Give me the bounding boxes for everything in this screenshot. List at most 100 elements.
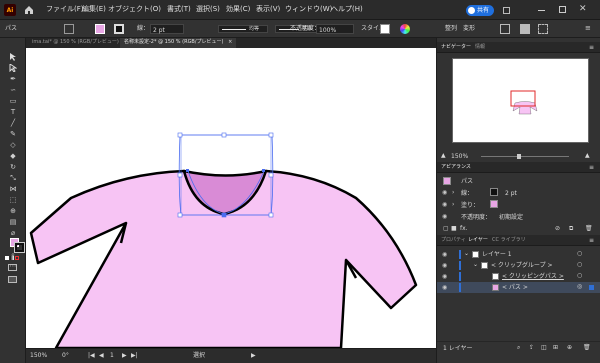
- menu-select[interactable]: 選択(S): [196, 6, 220, 13]
- tab-properties[interactable]: プロパティ: [441, 238, 466, 243]
- appearance-opacity-value[interactable]: 初期設定: [499, 215, 523, 221]
- variable-width-profile[interactable]: 均等: [218, 25, 268, 33]
- eyedropper-tool-icon[interactable]: ⌀: [8, 228, 18, 238]
- screen-mode-icon[interactable]: [8, 276, 17, 283]
- appearance-fill-swatch[interactable]: [490, 200, 498, 208]
- layer-name[interactable]: < クリッピングパス >: [502, 274, 564, 280]
- menu-edit[interactable]: 編集(E): [82, 6, 106, 13]
- target-icon[interactable]: ◎: [577, 284, 582, 290]
- menu-file[interactable]: ファイル(F): [46, 6, 84, 13]
- visibility-eye-icon[interactable]: ◉: [442, 262, 447, 269]
- tab-cc-libraries[interactable]: CC ライブラリ: [492, 238, 526, 243]
- status-mode-label[interactable]: 選択: [193, 353, 205, 359]
- layer-name[interactable]: レイヤー 1: [482, 252, 512, 258]
- artboard-number-field[interactable]: 1: [110, 353, 114, 359]
- document-tab-2[interactable]: 名称未設定-2* @ 150 % (RGB/プレビュー) ×: [120, 38, 237, 48]
- artboard-nav-last-icon[interactable]: ▶|: [131, 353, 138, 359]
- stroke-color-swatch[interactable]: [114, 24, 124, 34]
- layer-row[interactable]: ◉ ⌄ < クリップグループ > ○: [437, 260, 600, 271]
- shape-builder-tool-icon[interactable]: ⊕: [8, 206, 18, 216]
- zoom-out-icon[interactable]: ▲: [441, 153, 446, 159]
- layer-row[interactable]: ◉ < クリッピングパス > ○: [437, 271, 600, 282]
- visibility-eye-icon[interactable]: ◉: [442, 201, 447, 208]
- shaper-tool-icon[interactable]: ◇: [8, 140, 18, 150]
- align-label[interactable]: 整列: [445, 26, 457, 32]
- arrange-icon[interactable]: [538, 24, 548, 34]
- visibility-eye-icon[interactable]: ◉: [442, 189, 447, 196]
- visibility-eye-icon[interactable]: ◉: [442, 273, 447, 280]
- fx-icon[interactable]: fx.: [460, 226, 468, 232]
- zoom-in-icon[interactable]: ▲: [585, 153, 590, 159]
- expand-chevron-icon[interactable]: ›: [452, 190, 454, 196]
- visibility-eye-icon[interactable]: ◉: [442, 213, 447, 220]
- workspace-grid-icon[interactable]: [503, 7, 510, 14]
- add-fill-icon[interactable]: ■: [451, 226, 457, 232]
- status-arrow-icon[interactable]: ▶: [251, 353, 256, 359]
- menu-object[interactable]: オブジェクト(O): [108, 6, 161, 13]
- rectangle-tool-icon[interactable]: ▭: [8, 96, 18, 106]
- expand-chevron-icon[interactable]: ⌄: [464, 251, 469, 257]
- menu-type[interactable]: 書式(T): [167, 6, 191, 13]
- export-icon[interactable]: ⇪: [529, 345, 534, 351]
- panel-menu-icon[interactable]: ≡: [585, 25, 591, 32]
- appearance-stroke-label[interactable]: 線：: [461, 191, 473, 197]
- target-icon[interactable]: ○: [577, 262, 582, 268]
- width-tool-icon[interactable]: ⋈: [8, 184, 18, 194]
- eraser-tool-icon[interactable]: ◆: [8, 151, 18, 161]
- visibility-eye-icon[interactable]: ◉: [442, 251, 447, 258]
- artboard-nav-prev-icon[interactable]: ◀: [99, 353, 104, 359]
- stroke-weight-field[interactable]: 2 pt: [150, 24, 184, 34]
- tab-close-icon[interactable]: ×: [228, 39, 232, 45]
- layer-name[interactable]: < パス >: [502, 285, 528, 291]
- target-icon[interactable]: ○: [577, 251, 582, 257]
- clear-appearance-icon[interactable]: ⊘: [555, 226, 560, 232]
- gradient-tool-icon[interactable]: ▤: [8, 217, 18, 227]
- menu-window[interactable]: ウィンドウ(W): [285, 6, 332, 13]
- draw-mode-icon[interactable]: [8, 264, 17, 271]
- layer-row[interactable]: ◉ ⌄ レイヤー 1 ○: [437, 249, 600, 260]
- pathfinder-icon[interactable]: [520, 24, 530, 34]
- delete-item-icon[interactable]: 🗑: [585, 226, 593, 232]
- line-tool-icon[interactable]: ╱: [8, 118, 18, 128]
- isolate-icon[interactable]: [500, 24, 510, 34]
- duplicate-item-icon[interactable]: ⧉: [569, 226, 573, 232]
- menu-help[interactable]: ヘルプ(H): [331, 6, 363, 13]
- layer-name[interactable]: < クリップグループ >: [491, 263, 553, 269]
- free-transform-tool-icon[interactable]: ⬚: [8, 195, 18, 205]
- share-button[interactable]: 共有: [466, 5, 494, 16]
- target-icon[interactable]: ○: [577, 273, 582, 279]
- zoom-slider[interactable]: [481, 156, 569, 157]
- color-mode-icons[interactable]: [5, 256, 21, 260]
- expand-chevron-icon[interactable]: ›: [452, 202, 454, 208]
- navigator-zoom-field[interactable]: 150%: [451, 154, 468, 160]
- artboard-nav-first-icon[interactable]: |◀: [88, 353, 95, 359]
- paintbrush-tool-icon[interactable]: ✎: [8, 129, 18, 139]
- new-layer-icon[interactable]: ⊕: [567, 345, 572, 351]
- home-icon[interactable]: [23, 4, 35, 16]
- minimize-icon[interactable]: [538, 10, 545, 11]
- pen-tool-icon[interactable]: ✒: [8, 74, 18, 84]
- stroke-swatch[interactable]: [95, 24, 105, 34]
- fill-swatch[interactable]: [64, 24, 74, 34]
- recolor-icon[interactable]: [400, 24, 410, 34]
- appearance-fill-label[interactable]: 塗り：: [461, 203, 479, 209]
- tab-layers[interactable]: レイヤー: [468, 238, 488, 243]
- selection-tool-icon[interactable]: [8, 52, 18, 62]
- stroke-color-box[interactable]: [14, 242, 25, 253]
- direct-selection-tool-icon[interactable]: [8, 63, 18, 73]
- graphic-style-swatch[interactable]: [380, 24, 390, 34]
- panel-menu-icon[interactable]: ≡: [589, 165, 594, 171]
- canvas[interactable]: [26, 48, 436, 348]
- curvature-tool-icon[interactable]: ∽: [8, 85, 18, 95]
- selection-indicator[interactable]: [589, 285, 594, 290]
- navigator-preview[interactable]: [452, 58, 589, 143]
- add-stroke-icon[interactable]: ▢: [443, 226, 449, 232]
- document-tab-1[interactable]: ima.tai* @ 150 % (RGB/プレビュー) ×: [28, 38, 132, 48]
- type-tool-icon[interactable]: T: [8, 107, 18, 117]
- scale-tool-icon[interactable]: ⤡: [8, 173, 18, 183]
- clipping-mask-icon[interactable]: ◫: [541, 345, 547, 351]
- new-sublayer-icon[interactable]: ⊞: [553, 345, 558, 351]
- menu-view[interactable]: 表示(V): [256, 6, 280, 13]
- transform-label[interactable]: 変形: [463, 26, 475, 32]
- artboard-nav-next-icon[interactable]: ▶: [122, 353, 127, 359]
